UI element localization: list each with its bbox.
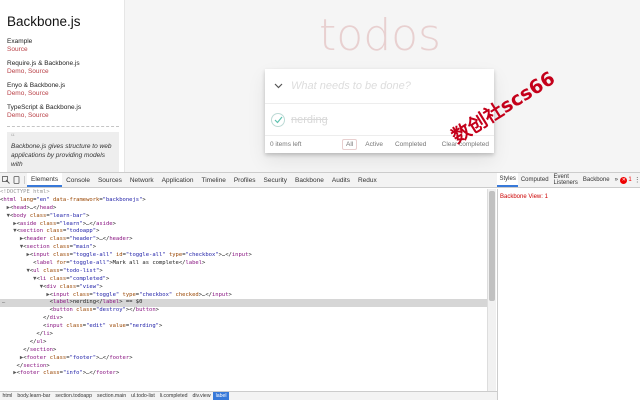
tab-elements[interactable]: Elements [27,173,63,187]
tree-line-section-main[interactable]: ▼<section class="main"> [0,244,487,252]
source-link[interactable]: Source [28,68,49,75]
tree-line-div-view[interactable]: ▼<div class="view"> [0,284,487,292]
more-options-icon[interactable]: ⋮ [634,173,640,187]
filter-completed[interactable]: Completed [391,139,430,150]
crumb-html[interactable]: html [0,392,15,400]
learn-group-enyo: Enyo & Backbone.js Demo, Source [7,82,124,98]
tree-line-button-destroy[interactable]: <button class="destroy"></button> [0,307,487,315]
learn-group-title: Enyo & Backbone.js [7,82,66,89]
tab-redux[interactable]: Redux [354,173,381,187]
tree-line-div-close[interactable]: </div> [0,315,487,323]
items-left-count: 0 items left [270,141,302,148]
elements-scrollbar[interactable] [487,189,496,391]
crumb-ul[interactable]: ul.todo-list [129,392,158,400]
filter-all[interactable]: All [342,139,358,150]
todo-item-label[interactable]: nerding [291,114,328,126]
learn-title: Backbone.js [7,14,81,29]
elements-tree: <!DOCTYPE html> <html lang="en" data-fra… [0,189,487,391]
tree-line-label-selected[interactable]: … <label>nerding</label> == $0 [0,299,487,308]
tree-line-input-toggle-all[interactable]: ▶<input class="toggle-all" id="toggle-al… [0,252,487,260]
tab-security[interactable]: Security [260,173,291,187]
crumb-li[interactable]: li.completed [157,392,190,400]
learn-group-requirejs: Require.js & Backbone.js Demo, Source [7,60,124,76]
sidebar-pane: Backbone View: 1 [497,189,640,400]
quote-text: Backbone.js gives structure to web appli… [11,143,112,168]
learn-group-title: Require.js & Backbone.js [7,60,80,67]
devtools-toolbar: Elements Console Sources Network Applica… [0,173,497,188]
tree-line-footer[interactable]: ▶<footer class="footer">…</footer> [0,355,487,363]
tree-line-head[interactable]: ▶<head>…</head> [0,205,487,213]
quote-mark-icon: “ [11,132,15,144]
tab-console[interactable]: Console [62,173,94,187]
tree-line-input-edit[interactable]: <input class="edit" value="nerding"> [0,323,487,331]
tree-line-input-toggle[interactable]: ▶<input class="toggle" type="checkbox" c… [0,292,487,300]
demo-link[interactable]: Demo [7,112,24,119]
new-todo-input[interactable] [291,80,481,92]
devtools-panel: Elements Console Sources Network Applica… [0,172,640,400]
side-tab-event-listeners[interactable]: Event Listeners [551,173,580,187]
tree-line-aside[interactable]: ▶<aside class="learn">…</aside> [0,221,487,229]
side-tab-styles[interactable]: Styles [497,173,519,187]
learn-group-title: TypeScript & Backbone.js [7,104,82,111]
scrollbar-thumb[interactable] [489,191,495,301]
browser-page: Backbone.js Example Source Require.js & … [0,0,640,172]
backbone-view-count: Backbone View: 1 [500,194,548,200]
tree-line-li[interactable]: ▼<li class="completed"> [0,276,487,284]
learn-group-example: Example Source [7,38,124,54]
tree-line-section-todoapp[interactable]: ▼<section class="todoapp"> [0,228,487,236]
side-tab-backbone[interactable]: Backbone [580,173,612,187]
learn-group-title: Example [7,38,33,45]
error-count: 1 [628,177,632,183]
tab-timeline[interactable]: Timeline [197,173,229,187]
inspect-element-icon[interactable] [0,173,11,187]
device-toolbar-icon[interactable] [11,173,22,187]
more-tabs-chevron-icon[interactable]: » [612,173,620,187]
error-count-badge[interactable]: ✕ 1 [620,173,633,187]
source-link[interactable]: Source [28,112,49,119]
check-circle-icon [271,112,285,127]
learn-sidebar: Backbone.js Example Source Require.js & … [0,0,125,172]
filter-active[interactable]: Active [361,139,387,150]
sidebar-toolbar: Styles Computed Event Listeners Backbone… [497,173,640,188]
demo-link[interactable]: Demo [7,90,24,97]
tree-line-body[interactable]: ▼<body class="learn-bar"> [0,213,487,221]
tab-application[interactable]: Application [158,173,198,187]
source-link[interactable]: Source [7,46,28,53]
tab-backbone[interactable]: Backbone [291,173,328,187]
learn-quote: “ Backbone.js gives structure to web app… [7,132,119,172]
toggle-all-chevron-icon[interactable] [265,81,291,92]
tree-line-section-close[interactable]: </section> [0,347,487,355]
new-todo-row [265,69,494,104]
todo-app-title: todos [319,10,441,61]
tree-line-li-close[interactable]: </li> [0,331,487,339]
side-tab-computed[interactable]: Computed [518,173,551,187]
tree-line-label-toggle-all[interactable]: <label for="toggle-all">Mark all as comp… [0,260,487,268]
tab-profiles[interactable]: Profiles [230,173,260,187]
tree-line-section-close-2[interactable]: </section> [0,363,487,371]
crumb-label[interactable]: label [213,392,230,400]
tab-audits[interactable]: Audits [328,173,354,187]
crumb-section-todoapp[interactable]: section.todoapp [53,392,95,400]
tree-line-ul-close[interactable]: </ul> [0,339,487,347]
crumb-section-main[interactable]: section.main [95,392,129,400]
tree-line-header[interactable]: ▶<header class="header">…</header> [0,236,487,244]
crumb-div[interactable]: div.view [190,392,213,400]
demo-link[interactable]: Demo [7,68,24,75]
todo-complete-toggle[interactable] [265,112,291,127]
crumb-body[interactable]: body.learn-bar [15,392,53,400]
tree-line-ul[interactable]: ▼<ul class="todo-list"> [0,268,487,276]
tab-network[interactable]: Network [126,173,158,187]
learn-group-typescript: TypeScript & Backbone.js Demo, Source [7,104,124,120]
tree-line-doctype[interactable]: <!DOCTYPE html> [0,189,487,197]
tree-line-footer-info[interactable]: ▶<footer class="info">…</footer> [0,370,487,378]
learn-divider [7,126,119,127]
tree-line-html[interactable]: <html lang="en" data-framework="backbone… [0,197,487,205]
error-icon: ✕ [620,176,628,184]
tab-sources[interactable]: Sources [94,173,126,187]
breadcrumb: html body.learn-bar section.todoapp sect… [0,391,497,400]
source-link[interactable]: Source [28,90,49,97]
